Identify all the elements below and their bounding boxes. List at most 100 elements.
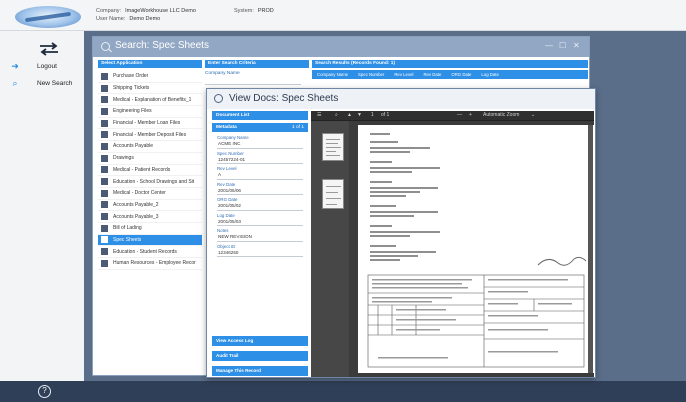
application-list-item[interactable]: Education - Student Records xyxy=(98,246,202,258)
swap-arrows-icon[interactable] xyxy=(38,42,60,56)
application-list-item[interactable]: Engineering Files xyxy=(98,106,202,118)
application-icon xyxy=(101,154,108,162)
viewer-scrollbar[interactable] xyxy=(588,125,593,373)
application-list-item[interactable]: Shipping Tickets xyxy=(98,83,202,95)
header-username: User Name: Demo Demo xyxy=(96,15,160,23)
metadata-field-value[interactable]: 2001/05/06 xyxy=(217,188,303,195)
thumbnail-sidebar xyxy=(311,121,349,377)
header-system: System: PROD xyxy=(234,7,274,15)
results-header: Search Results (Records Found: 1) xyxy=(312,60,588,68)
metadata-field-value[interactable]: ACME INC xyxy=(217,141,303,149)
application-icon xyxy=(101,96,108,104)
view-docs-window: View Docs: Spec Sheets Document List Met… xyxy=(206,88,596,378)
metadata-field-value[interactable]: 12457224-01 xyxy=(217,157,303,164)
application-list-item[interactable]: Medical - Doctor Center xyxy=(98,188,202,200)
zoom-chevron-down-icon[interactable]: ⌄ xyxy=(531,112,535,118)
docs-title-bar: View Docs: Spec Sheets xyxy=(207,89,595,109)
company-label: Company: xyxy=(96,8,122,14)
status-icon[interactable]: ? xyxy=(38,385,51,398)
minimize-icon[interactable]: — xyxy=(545,41,553,50)
company-name-criteria-label: Company Name xyxy=(205,71,240,76)
application-list: Purchase Order Shipping Tickets Medical - … xyxy=(98,71,202,270)
results-column-header[interactable]: Rev Date xyxy=(418,70,446,79)
application-list-item[interactable]: Medical - Patient Records xyxy=(98,165,202,177)
page-count: of 1 xyxy=(381,112,390,118)
system-value: PROD xyxy=(257,8,274,14)
application-label: Medical - Explanation of Benefits_1 xyxy=(113,96,192,103)
application-label: Financial - Member Deposit Files xyxy=(113,131,187,138)
application-label: Shipping Tickets xyxy=(113,85,150,92)
application-icon xyxy=(101,166,108,174)
page-indicator: 1 of 1 xyxy=(291,125,304,130)
metadata-field: Rev Date 2001/05/06 xyxy=(217,182,303,195)
application-list-item[interactable]: Financial - Member Deposit Files xyxy=(98,129,202,142)
document-list-header[interactable]: Document List xyxy=(212,111,308,120)
results-column-header[interactable]: Spec Number xyxy=(353,70,389,79)
application-list-item[interactable]: Human Resources - Employee Recor xyxy=(98,258,202,270)
metadata-field: Rev Level A xyxy=(217,166,303,180)
document-list-label: Document List xyxy=(216,113,250,118)
nav-logout-label: Logout xyxy=(37,62,57,70)
next-page-icon[interactable]: ▼ xyxy=(357,112,362,118)
results-columns: Company Name Spec Number Rev Level Rev Date… xyxy=(312,70,588,79)
application-icon xyxy=(101,84,108,92)
sidebar-toggle-icon[interactable]: ☰ xyxy=(317,112,321,118)
application-list-item[interactable]: Accounts Payable_3 xyxy=(98,211,202,223)
application-list-item[interactable]: Education - School Drawings and Sit xyxy=(98,176,202,188)
nav-logout[interactable]: ➜ Logout xyxy=(0,59,84,73)
application-list-item[interactable]: Bill of Lading xyxy=(98,223,202,235)
metadata-field: Spec Number 12457224-01 xyxy=(217,151,303,164)
results-column-header[interactable]: Log Date xyxy=(476,70,503,79)
company-logo xyxy=(15,6,81,28)
search-title: Search: Spec Sheets xyxy=(115,40,209,51)
application-icon xyxy=(101,189,108,197)
application-list-item[interactable]: Spec Sheets xyxy=(98,234,202,247)
search-icon xyxy=(101,42,110,51)
page-number-field[interactable]: 1 xyxy=(371,112,374,118)
results-column-header[interactable]: Company Name xyxy=(312,70,353,79)
application-icon xyxy=(101,72,108,80)
page-thumbnail[interactable] xyxy=(322,133,344,161)
metadata-field-value[interactable]: A xyxy=(217,172,303,180)
application-label: Education - School Drawings and Sit xyxy=(113,178,195,185)
application-label: Accounts Payable_3 xyxy=(113,213,159,220)
page-thumbnail[interactable] xyxy=(322,179,344,209)
document-page-content xyxy=(367,133,587,368)
metadata-field-value[interactable]: 12346250 xyxy=(217,250,303,257)
results-column-header[interactable]: Rev Level xyxy=(389,70,418,79)
find-icon[interactable]: ⌕ xyxy=(335,112,338,118)
metadata-field-value[interactable]: 2001/05/02 xyxy=(217,203,303,211)
metadata-fields: Company Name ACME INC Spec Number 12457224-… xyxy=(212,132,308,262)
application-list-item[interactable]: Purchase Order xyxy=(98,71,202,83)
application-list-item[interactable]: Drawings xyxy=(98,153,202,165)
application-list-item[interactable]: Financial - Member Loan Files xyxy=(98,118,202,130)
application-label: Accounts Payable xyxy=(113,143,154,150)
zoom-out-icon[interactable]: — xyxy=(457,112,462,118)
company-name-input[interactable] xyxy=(205,78,301,85)
results-column-header[interactable]: ORG Date xyxy=(446,70,476,79)
metadata-field: Company Name ACME INC xyxy=(217,135,303,149)
manage-record-button[interactable]: Manage This Record xyxy=(212,366,308,376)
enter-criteria-label: Enter Search Criteria xyxy=(208,61,256,66)
close-icon[interactable]: ✕ xyxy=(573,41,580,50)
view-access-log-button[interactable]: View Access Log xyxy=(212,336,308,346)
metadata-field-value[interactable]: NEW REVISION xyxy=(217,234,303,242)
application-label: Education - Student Records xyxy=(113,248,177,255)
docs-title: View Docs: Spec Sheets xyxy=(229,93,339,104)
zoom-select[interactable]: Automatic Zoom xyxy=(483,112,519,118)
nav-new-search[interactable]: ⌕ New Search xyxy=(0,76,84,90)
zoom-in-icon[interactable]: + xyxy=(469,112,472,118)
application-icon xyxy=(101,213,108,221)
header-company: Company: ImageWorkhouse LLC Demo xyxy=(96,7,196,15)
prev-page-icon[interactable]: ▲ xyxy=(347,112,352,118)
application-list-item[interactable]: Accounts Payable_2 xyxy=(98,200,202,212)
metadata-header[interactable]: Metadata 1 of 1 xyxy=(212,123,308,132)
application-list-item[interactable]: Medical - Explanation of Benefits_1 xyxy=(98,94,202,107)
search-title-bar: Search: Spec Sheets — ☐ ✕ xyxy=(93,37,589,57)
application-list-item[interactable]: Accounts Payable xyxy=(98,141,202,153)
maximize-icon[interactable]: ☐ xyxy=(559,41,566,50)
application-icon xyxy=(101,119,108,127)
audit-trail-button[interactable]: Audit Trail xyxy=(212,351,308,361)
username-label: User Name: xyxy=(96,16,126,22)
metadata-field-value[interactable]: 2001/05/03 xyxy=(217,219,303,226)
